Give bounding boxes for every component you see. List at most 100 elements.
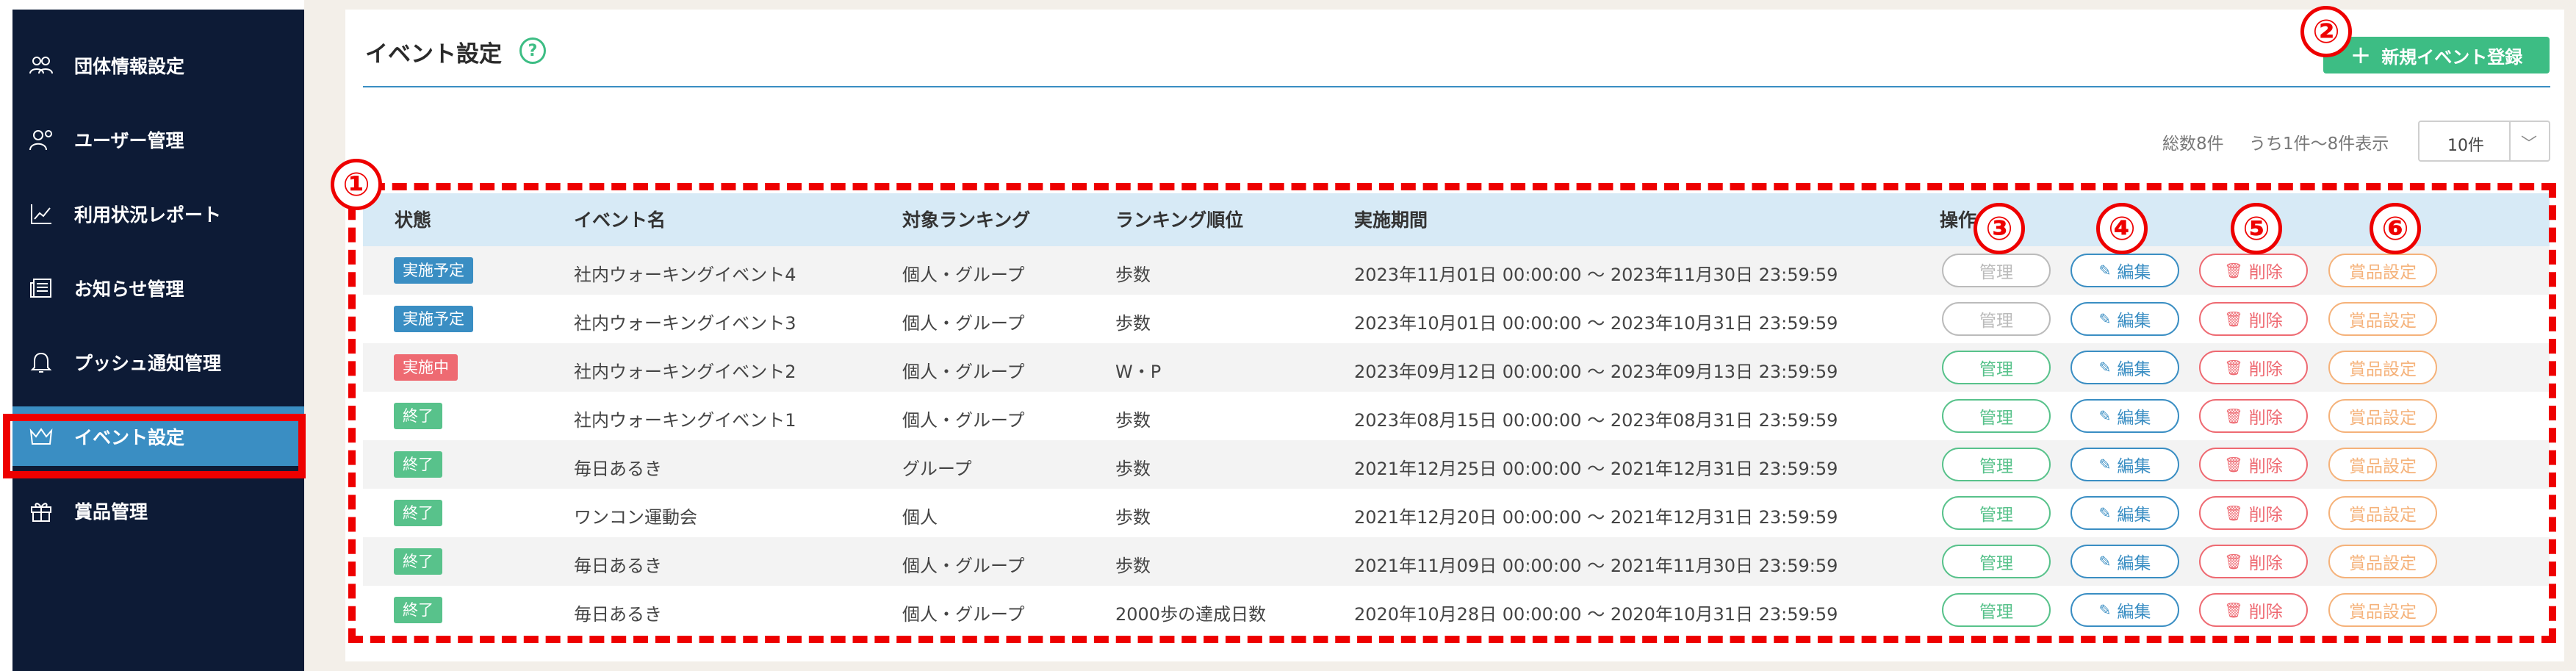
sidebar-item-1[interactable]: 団体情報設定 [12, 35, 304, 95]
help-icon[interactable]: ? [519, 37, 546, 64]
pencil-icon: ✎ [2098, 407, 2112, 425]
sidebar-item-label: プッシュ通知管理 [74, 352, 222, 374]
manage-button[interactable]: 管理 [1942, 302, 2051, 336]
new-event-label: 新規イベント登録 [2381, 46, 2523, 68]
edit-button[interactable]: ✎ 編集 [2070, 399, 2179, 433]
sidebar-item-6[interactable]: イベント設定 [12, 406, 304, 466]
trash-icon: 🗑 [2224, 504, 2243, 522]
sidebar-item-2[interactable]: ユーザー管理 [12, 110, 304, 169]
edit-label: 編集 [2117, 554, 2151, 573]
status-badge: 終了 [394, 403, 442, 429]
edit-button[interactable]: ✎ 編集 [2070, 302, 2179, 336]
prize-settings-button[interactable]: 賞品設定 [2328, 351, 2437, 384]
annotation-marker-4: ④ [2096, 203, 2148, 254]
page-title: イベント設定 [365, 41, 502, 68]
edit-button[interactable]: ✎ 編集 [2070, 351, 2179, 384]
delete-label: 削除 [2248, 312, 2283, 331]
sidebar-item-5[interactable]: プッシュ通知管理 [12, 332, 304, 392]
edit-button[interactable]: ✎ 編集 [2070, 254, 2179, 287]
trash-icon: 🗑 [2224, 456, 2243, 473]
pencil-icon: ✎ [2098, 456, 2112, 473]
page-gutter [304, 0, 345, 671]
manage-button[interactable]: 管理 [1942, 351, 2051, 384]
manage-button[interactable]: 管理 [1942, 254, 2051, 287]
trash-icon: 🗑 [2224, 359, 2243, 376]
delete-label: 削除 [2248, 603, 2283, 622]
header-period: 実施期間 [1354, 209, 1428, 231]
ranking-order: 歩数 [1115, 507, 1151, 528]
delete-label: 削除 [2248, 360, 2283, 379]
delete-label: 削除 [2248, 409, 2283, 428]
delete-button[interactable]: 🗑 削除 [2199, 254, 2308, 287]
display-range: うち1件〜8件表示 [2249, 134, 2389, 154]
plus-icon: + [2350, 40, 2372, 70]
status-badge: 終了 [394, 500, 442, 526]
prize-settings-button[interactable]: 賞品設定 [2328, 302, 2437, 336]
sidebar-item-3[interactable]: 利用状況レポート [12, 184, 304, 243]
trash-icon: 🗑 [2224, 310, 2243, 328]
event-name: 毎日あるき [574, 604, 662, 625]
ranking-order: W・P [1115, 362, 1162, 382]
event-name: ワンコン運動会 [574, 507, 697, 528]
manage-button[interactable]: 管理 [1942, 545, 2051, 578]
annotation-marker-2: ② [2300, 6, 2352, 57]
manage-button[interactable]: 管理 [1942, 448, 2051, 481]
per-page-select[interactable]: 10件 ﹀ [2418, 121, 2550, 162]
status-badge: 実施予定 [394, 257, 473, 284]
annotation-marker-3: ③ [1974, 203, 2025, 254]
sidebar-item-label: 利用状況レポート [74, 204, 222, 226]
prize-settings-button[interactable]: 賞品設定 [2328, 496, 2437, 530]
delete-button[interactable]: 🗑 削除 [2199, 545, 2308, 578]
ranking-order: 歩数 [1115, 410, 1151, 431]
prize-settings-button[interactable]: 賞品設定 [2328, 593, 2437, 627]
event-name: 社内ウォーキングイベント2 [574, 362, 796, 382]
edit-button[interactable]: ✎ 編集 [2070, 545, 2179, 578]
event-name: 社内ウォーキングイベント3 [574, 313, 796, 334]
sidebar-item-4[interactable]: お知らせ管理 [12, 258, 304, 317]
trash-icon: 🗑 [2224, 553, 2243, 570]
event-period: 2023年11月01日 00:00:00 〜 2023年11月30日 23:59… [1354, 265, 1838, 285]
prize-settings-button[interactable]: 賞品設定 [2328, 399, 2437, 433]
delete-button[interactable]: 🗑 削除 [2199, 302, 2308, 336]
pencil-icon: ✎ [2098, 262, 2112, 279]
gift-icon [27, 497, 55, 525]
edit-button[interactable]: ✎ 編集 [2070, 448, 2179, 481]
ranking-order: 歩数 [1115, 459, 1151, 479]
delete-button[interactable]: 🗑 削除 [2199, 593, 2308, 627]
target-ranking: 個人・グループ [902, 410, 1025, 431]
annotation-marker-6: ⑥ [2370, 203, 2421, 254]
delete-button[interactable]: 🗑 削除 [2199, 496, 2308, 530]
prize-settings-button[interactable]: 賞品設定 [2328, 545, 2437, 578]
newspaper-icon [27, 274, 55, 302]
table-header [363, 193, 2550, 246]
ranking-order: 歩数 [1115, 556, 1151, 576]
annotation-marker-5: ⑤ [2231, 203, 2282, 254]
event-period: 2021年12月20日 00:00:00 〜 2021年12月31日 23:59… [1354, 507, 1838, 528]
chart-icon [27, 200, 55, 228]
trash-icon: 🗑 [2224, 407, 2243, 425]
delete-button[interactable]: 🗑 削除 [2199, 448, 2308, 481]
header-operations: 操作 [1940, 209, 1977, 231]
prize-settings-button[interactable]: 賞品設定 [2328, 254, 2437, 287]
edit-button[interactable]: ✎ 編集 [2070, 496, 2179, 530]
sidebar-item-label: ユーザー管理 [74, 129, 184, 151]
sidebar-item-label: イベント設定 [74, 426, 185, 448]
chevron-down-icon: ﹀ [2521, 135, 2538, 154]
page-top-strip [345, 0, 2576, 10]
manage-button[interactable]: 管理 [1942, 496, 2051, 530]
manage-button[interactable]: 管理 [1942, 399, 2051, 433]
status-badge: 終了 [394, 597, 442, 623]
edit-button[interactable]: ✎ 編集 [2070, 593, 2179, 627]
delete-button[interactable]: 🗑 削除 [2199, 399, 2308, 433]
event-period: 2023年08月15日 00:00:00 〜 2023年08月31日 23:59… [1354, 410, 1838, 431]
delete-button[interactable]: 🗑 削除 [2199, 351, 2308, 384]
manage-button[interactable]: 管理 [1942, 593, 2051, 627]
new-event-button[interactable]: + 新規イベント登録 [2323, 37, 2550, 73]
prize-settings-button[interactable]: 賞品設定 [2328, 448, 2437, 481]
sidebar-item-7[interactable]: 賞品管理 [12, 481, 304, 540]
ranking-order: 2000歩の達成日数 [1115, 604, 1267, 625]
header-status: 状態 [395, 209, 432, 231]
edit-label: 編集 [2117, 263, 2151, 282]
sidebar-item-label: 団体情報設定 [74, 55, 185, 77]
edit-label: 編集 [2117, 603, 2151, 622]
